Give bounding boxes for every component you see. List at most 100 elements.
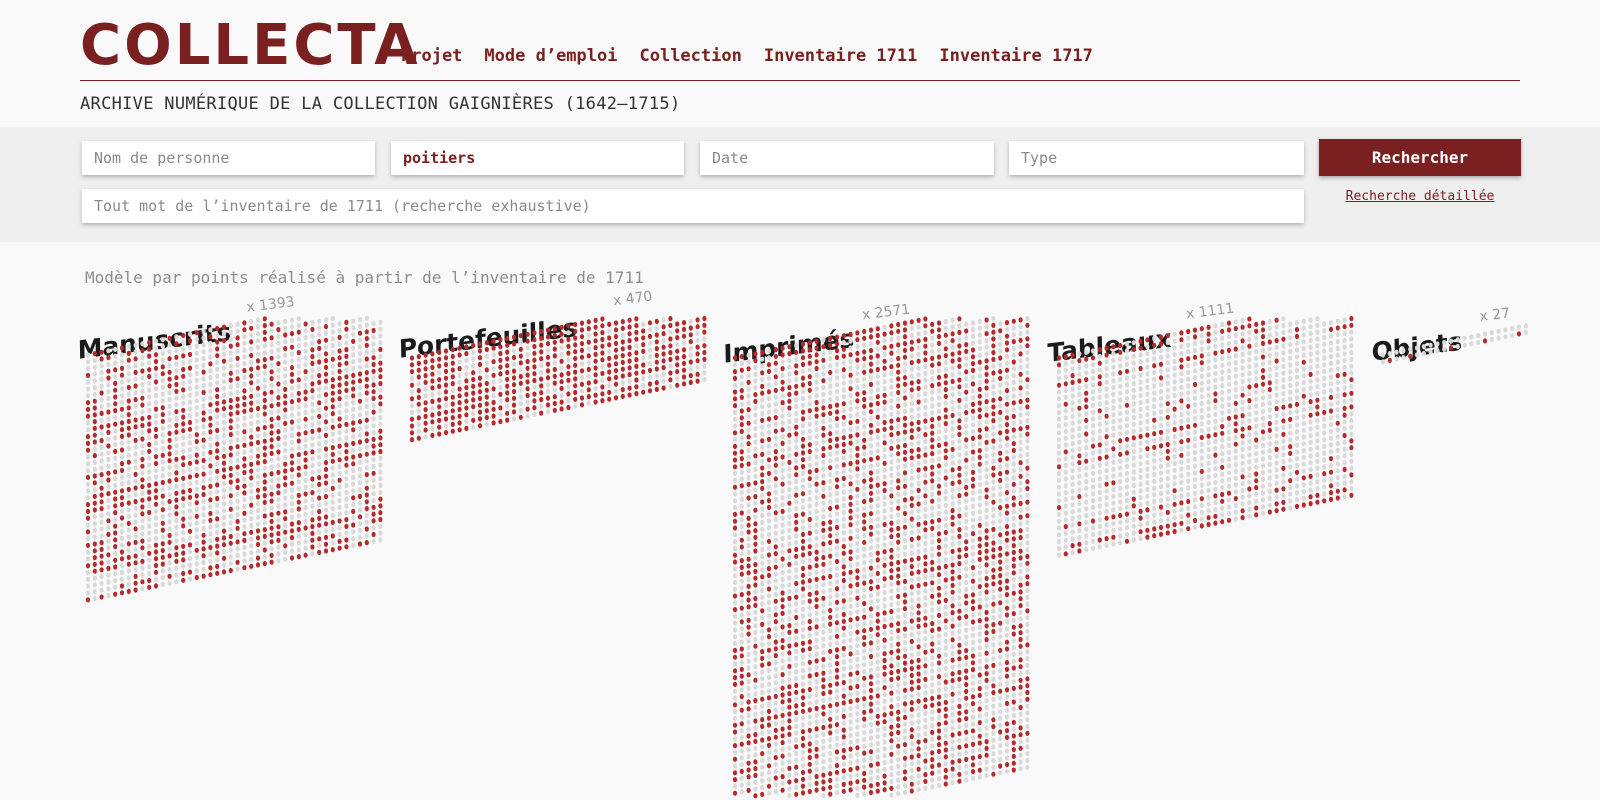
dot [269, 484, 274, 490]
dot [943, 557, 948, 563]
dot-match [807, 639, 812, 645]
dot [289, 473, 295, 479]
dot [235, 471, 240, 477]
dot-match [787, 725, 792, 731]
nav-collection[interactable]: Collection [639, 46, 741, 66]
dot-match [746, 774, 751, 780]
dot [882, 725, 887, 732]
date-input[interactable] [700, 141, 994, 175]
dot [106, 538, 111, 544]
dot-match [766, 362, 772, 368]
dot [950, 385, 955, 391]
dot-match [862, 478, 867, 484]
dot-match [984, 439, 989, 445]
dot-match [153, 460, 159, 467]
dot [760, 533, 765, 539]
dot-match [746, 597, 751, 603]
nav-projet[interactable]: Projet [401, 46, 462, 66]
dot-match [255, 528, 261, 534]
dot [943, 516, 948, 522]
dot-match [807, 578, 812, 584]
dot [977, 509, 982, 515]
dot [255, 419, 261, 425]
dot [943, 652, 948, 658]
person-name-input[interactable] [82, 141, 375, 175]
dot [303, 403, 308, 409]
dot-match [539, 410, 544, 416]
dot [991, 676, 996, 682]
search-button[interactable]: Rechercher [1319, 139, 1521, 176]
fulltext-search-input[interactable] [82, 189, 1304, 223]
dot-match [760, 438, 765, 444]
dot-match [800, 701, 806, 708]
dot-match [746, 733, 751, 739]
dot [807, 632, 812, 638]
nav-inventaire-1711[interactable]: Inventaire 1711 [764, 46, 918, 66]
dot-match [889, 520, 894, 526]
dot [875, 672, 880, 679]
dot-match [289, 467, 295, 473]
dot-match [545, 341, 551, 347]
dot-match [807, 618, 812, 625]
type-input[interactable] [1009, 141, 1304, 175]
dot [984, 521, 989, 527]
dot-match [215, 563, 220, 570]
dot-match [221, 569, 227, 575]
dot-match [964, 348, 969, 354]
dot-match [113, 387, 118, 393]
dot [187, 440, 193, 446]
dot-match [821, 724, 826, 731]
nav-inventaire-1717[interactable]: Inventaire 1717 [939, 46, 1093, 66]
dot-match [1018, 398, 1023, 405]
dot-match [378, 516, 383, 523]
dot-match [916, 753, 921, 759]
dot [1011, 386, 1016, 392]
dot [133, 465, 138, 471]
category-manuscrits[interactable]: Manuscritsx 1393 [78, 294, 383, 603]
dot-match [351, 522, 356, 528]
dot [957, 540, 962, 546]
dot-match [875, 713, 880, 719]
dot [909, 747, 914, 753]
site-logo[interactable]: COLLECTA [80, 14, 421, 78]
place-input[interactable] [391, 141, 684, 175]
dot-match [977, 407, 982, 413]
dot-match [208, 361, 213, 367]
dot [896, 736, 901, 742]
dot [119, 386, 125, 392]
dot [828, 764, 833, 770]
dot [249, 346, 254, 352]
category-portefeuilles[interactable]: Portefeuillesx 470 [399, 290, 707, 443]
dot [855, 751, 860, 758]
dot [868, 517, 874, 524]
dot-match [378, 374, 383, 380]
dot [1018, 616, 1023, 622]
dot-match [760, 791, 765, 797]
dot [409, 375, 415, 381]
nav-mode-emploi[interactable]: Mode d’emploi [484, 46, 617, 66]
dot-match [807, 469, 812, 475]
dot-match [848, 508, 853, 514]
dot-match [634, 370, 639, 376]
category-imprimés[interactable]: Imprimésx 2571 [723, 302, 1030, 799]
advanced-search-link[interactable]: Recherche détaillée [1319, 189, 1521, 204]
dot-match [902, 524, 908, 530]
dot [337, 409, 342, 415]
dot [1025, 669, 1030, 675]
dot [732, 382, 738, 388]
dot [991, 506, 996, 512]
dot [916, 440, 921, 446]
dot [746, 359, 751, 365]
dot [1004, 476, 1010, 482]
dot-match [841, 441, 846, 448]
dot-match [739, 721, 744, 727]
dot [739, 476, 744, 482]
dot [739, 612, 744, 618]
dot-match [484, 346, 489, 353]
dot [283, 352, 288, 358]
dot [99, 533, 104, 539]
dot [228, 363, 233, 370]
dot [773, 707, 778, 713]
dot-match [970, 578, 976, 584]
dot [855, 364, 860, 370]
